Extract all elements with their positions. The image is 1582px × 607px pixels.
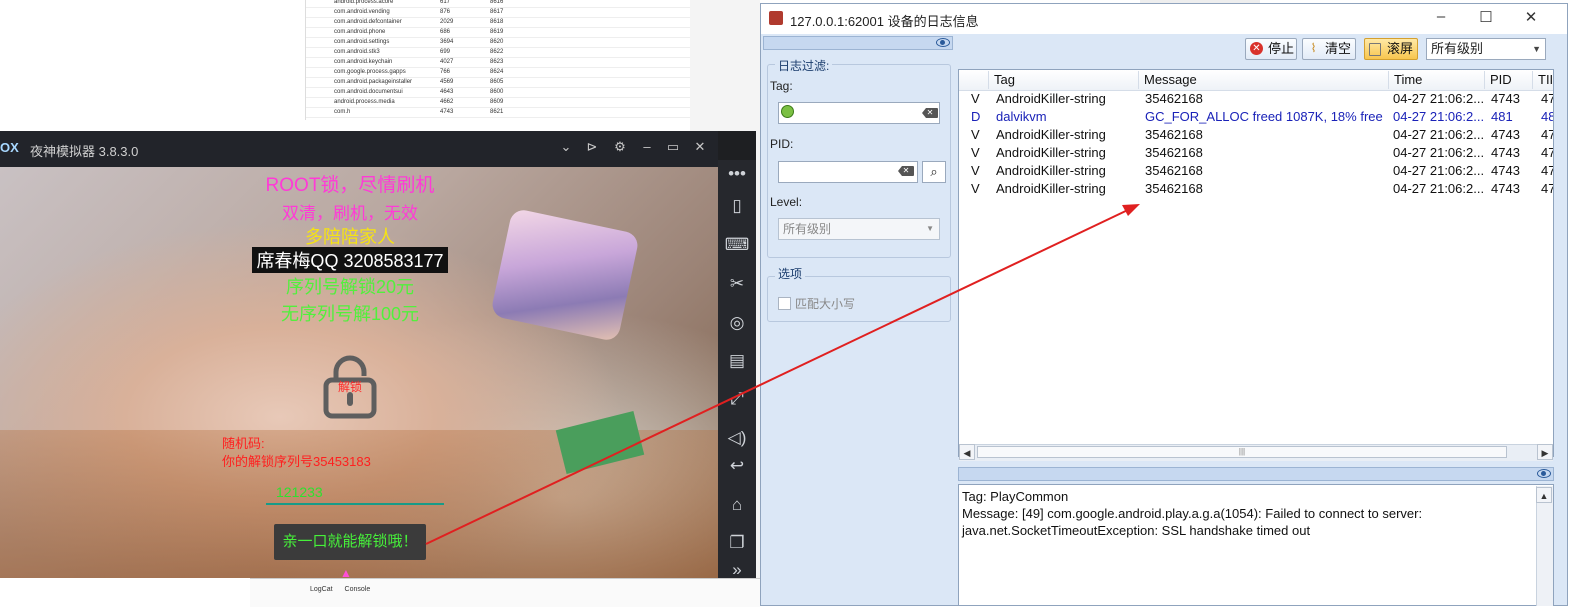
annotation-arrow [425,204,1140,545]
